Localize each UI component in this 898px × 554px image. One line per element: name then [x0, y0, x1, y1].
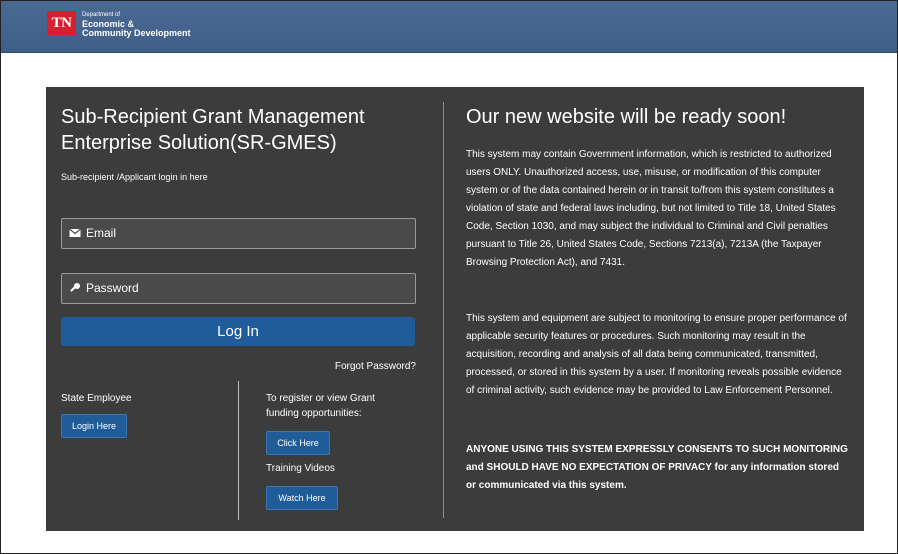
- login-button[interactable]: Log In: [61, 317, 415, 346]
- logo-line-2: Community Development: [82, 28, 191, 38]
- login-subtitle: Sub-recipient /Applicant login in here: [61, 172, 208, 182]
- notice-title: Our new website will be ready soon!: [466, 106, 787, 128]
- notice-paragraph-3: ANYONE USING THIS SYSTEM EXPRESSLY CONSE…: [466, 444, 848, 491]
- page-frame: TN Department of Economic & Community De…: [0, 0, 898, 554]
- notice-paragraph-2: This system and equipment are subject to…: [466, 313, 847, 396]
- department-name[interactable]: Department of Economic & Community Devel…: [82, 11, 191, 38]
- email-placeholder: Email: [86, 226, 117, 240]
- notice-paragraph-1: This system may contain Government infor…: [466, 149, 836, 268]
- watch-here-button[interactable]: Watch Here: [266, 486, 338, 510]
- app-title: Sub-Recipient Grant Management Enterpris…: [61, 106, 365, 154]
- login-panel: Sub-Recipient Grant Management Enterpris…: [46, 87, 864, 531]
- inner-divider: [238, 381, 239, 520]
- register-click-here-button[interactable]: Click Here: [266, 431, 330, 455]
- state-employee-label: State Employee: [61, 393, 132, 404]
- password-field[interactable]: Password: [61, 273, 416, 304]
- envelope-icon: [69, 228, 81, 237]
- panel-divider: [443, 102, 444, 518]
- email-field[interactable]: Email: [61, 218, 416, 249]
- training-videos-label: Training Videos: [266, 463, 335, 474]
- tn-logo[interactable]: TN: [47, 11, 76, 35]
- password-placeholder: Password: [86, 281, 139, 295]
- top-header: TN Department of Economic & Community De…: [1, 1, 897, 53]
- state-login-button[interactable]: Login Here: [61, 414, 127, 438]
- forgot-password-link[interactable]: Forgot Password?: [335, 361, 416, 372]
- key-icon: [70, 283, 80, 292]
- register-label: To register or view Grant funding opport…: [266, 393, 375, 419]
